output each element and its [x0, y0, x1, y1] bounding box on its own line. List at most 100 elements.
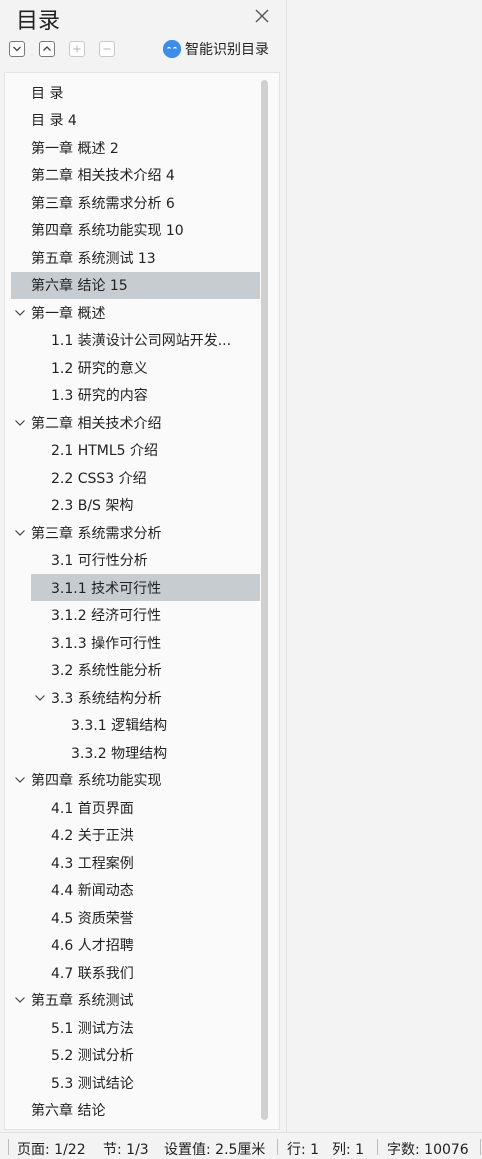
- toc-section-item[interactable]: 3.2 系统性能分析: [11, 657, 260, 684]
- toc-section-item[interactable]: 2.2 CSS3 介绍: [11, 464, 260, 491]
- toc-item-label: 第一章 概述: [31, 305, 106, 322]
- toc-section-item[interactable]: 4.4 新闻动态: [11, 877, 260, 904]
- toc-chapter-item[interactable]: 第四章 系统功能实现 10: [11, 217, 260, 244]
- toc-chapter-item[interactable]: 目 录: [11, 79, 260, 106]
- toc-item-label: 第六章 结论: [31, 1103, 106, 1119]
- toc-section-item[interactable]: 5.2 测试分析: [11, 1042, 260, 1069]
- toc-chapter-item[interactable]: 目 录 4: [11, 107, 260, 134]
- toc-item-label: 4.3 工程案例: [51, 855, 134, 872]
- status-word-count[interactable]: 字数: 10076: [387, 1139, 469, 1159]
- chevron-down-icon[interactable]: [33, 691, 47, 705]
- toc-section-item[interactable]: 4.5 资质荣誉: [11, 904, 260, 931]
- status-separator: [377, 1139, 378, 1155]
- toc-section-item[interactable]: 5.3 测试结论: [11, 1069, 260, 1096]
- chevron-down-icon[interactable]: [13, 773, 27, 787]
- toc-section-item[interactable]: 4.3 工程案例: [11, 849, 260, 876]
- toc-chapter-item[interactable]: 第五章 系统测试 13: [11, 244, 260, 271]
- toc-item-label: 第三章 系统需求分析: [31, 525, 162, 542]
- toc-item-label: 3.1.2 经济可行性: [51, 608, 162, 624]
- toc-item-label: 第六章 结论 15: [31, 278, 128, 294]
- toc-item-label: 4.4 新闻动态: [51, 883, 134, 899]
- toc-item-label: 1.2 研究的意义: [51, 360, 148, 377]
- toc-item-label: 4.5 资质荣誉: [51, 910, 134, 927]
- toc-section-item[interactable]: 3.3.1 逻辑结构: [11, 712, 260, 739]
- toc-item-label: 2.1 HTML5 介绍: [51, 443, 159, 459]
- chevron-up-icon: [43, 46, 51, 51]
- expand-all-button[interactable]: [9, 41, 25, 57]
- toc-item-label: 第二章 相关技术介绍: [31, 415, 162, 432]
- document-area: [286, 0, 482, 1132]
- toc-item-label: 目 录: [31, 85, 64, 102]
- toc-chapter-item[interactable]: 第六章 结论: [11, 1097, 260, 1124]
- toc-section-item[interactable]: 2.3 B/S 架构: [11, 492, 260, 519]
- toc-section-item[interactable]: 4.1 首页界面: [11, 794, 260, 821]
- chevron-down-icon[interactable]: [13, 306, 27, 320]
- toc-section-item[interactable]: 3.1.2 经济可行性: [11, 602, 260, 629]
- toc-item-label: 3.1 可行性分析: [51, 553, 148, 569]
- vertical-scrollbar[interactable]: [261, 80, 268, 1120]
- status-page[interactable]: 页面: 1/22: [17, 1139, 86, 1159]
- toc-item-label: 3.3.1 逻辑结构: [71, 718, 168, 734]
- toc-section-item[interactable]: 4.6 人才招聘: [11, 932, 260, 959]
- panel-title: 目录: [16, 9, 61, 34]
- chevron-down-icon[interactable]: [13, 993, 27, 1007]
- toc-item-label: 3.1.3 操作可行性: [51, 635, 162, 652]
- toc-section-item[interactable]: 4.7 联系我们: [11, 959, 260, 986]
- toc-item-label: 4.7 联系我们: [51, 965, 134, 982]
- toc-section-item[interactable]: 4.2 关于正洪: [11, 822, 260, 849]
- toc-section-item[interactable]: 3.3 系统结构分析: [11, 684, 260, 711]
- toc-item-label: 5.2 测试分析: [51, 1048, 134, 1064]
- toc-section-item[interactable]: 3.1.1 技术可行性: [31, 574, 260, 601]
- minus-icon: [103, 48, 111, 50]
- toc-item-label: 第四章 系统功能实现 10: [31, 223, 184, 239]
- toc-chapter-item[interactable]: 第五章 系统测试: [11, 987, 260, 1014]
- close-icon: [255, 9, 269, 23]
- toc-item-label: 2.2 CSS3 介绍: [51, 470, 147, 487]
- chevron-down-icon[interactable]: [13, 526, 27, 540]
- toc-section-item[interactable]: 3.3.2 物理结构: [11, 739, 260, 766]
- toc-item-label: 目 录 4: [31, 113, 77, 129]
- collapse-all-button[interactable]: [39, 41, 55, 57]
- toc-item-label: 3.3 系统结构分析: [51, 690, 162, 707]
- status-separator: [8, 1139, 9, 1155]
- toc-item-label: 4.1 首页界面: [51, 800, 134, 817]
- smart-recognize-toc-button[interactable]: 智能识别目录: [163, 39, 269, 59]
- toc-chapter-item[interactable]: 第四章 系统功能实现: [11, 767, 260, 794]
- toc-item-label: 4.2 关于正洪: [51, 828, 134, 844]
- toc-section-item[interactable]: 3.1.3 操作可行性: [11, 629, 260, 656]
- toc-chapter-item[interactable]: 第三章 系统需求分析: [11, 519, 260, 546]
- toc-section-item[interactable]: 1.3 研究的内容: [11, 382, 260, 409]
- smart-robot-icon: [163, 40, 181, 58]
- toc-tree-container: 目 录目 录 4 第一章 概述 2 第二章 相关技术介绍 4 第三章 系统需求分析 6…: [4, 72, 280, 1130]
- toc-item-label: 第二章 相关技术介绍 4: [31, 168, 175, 184]
- toc-chapter-item[interactable]: 第二章 相关技术介绍: [11, 409, 260, 436]
- add-level-button[interactable]: [69, 41, 85, 57]
- toc-chapter-item[interactable]: 第二章 相关技术介绍 4: [11, 162, 260, 189]
- toc-item-label: 3.3.2 物理结构: [71, 745, 168, 762]
- toc-section-item[interactable]: 3.1 可行性分析: [11, 547, 260, 574]
- chevron-down-icon[interactable]: [13, 416, 27, 430]
- toc-item-label: 第五章 系统测试: [31, 993, 134, 1009]
- toc-chapter-item[interactable]: 第六章 结论 15: [11, 271, 260, 299]
- toc-chapter-item[interactable]: 第一章 概述 2: [11, 134, 260, 161]
- toc-item-label: 1.3 研究的内容: [51, 388, 148, 404]
- status-setting: 设置值: 2.5厘米: [164, 1142, 266, 1158]
- toc-section-item[interactable]: 5.1 测试方法: [11, 1014, 260, 1041]
- toc-section-item[interactable]: 1.2 研究的意义: [11, 354, 260, 381]
- toc-item-label: 第一章 概述 2: [31, 140, 119, 157]
- chevron-down-icon: [13, 46, 21, 52]
- toc-item-label: 第五章 系统测试 13: [31, 250, 156, 267]
- toc-item-label: 第四章 系统功能实现: [31, 773, 162, 789]
- toc-section-item[interactable]: 1.1 装潢设计公司网站开发...: [11, 327, 260, 354]
- toc-section-item[interactable]: 2.1 HTML5 介绍: [11, 437, 260, 464]
- toc-item-label: 3.1.1 技术可行性: [51, 580, 162, 597]
- status-row: 行: 1: [287, 1142, 320, 1158]
- status-col: 列: 1: [332, 1142, 365, 1158]
- toc-chapter-item[interactable]: 第一章 概述: [11, 299, 260, 326]
- plus-icon: [73, 45, 81, 53]
- toc-chapter-item[interactable]: 第三章 系统需求分析 6: [11, 189, 260, 216]
- remove-level-button[interactable]: [99, 41, 115, 57]
- close-button[interactable]: [253, 7, 271, 25]
- smart-recognize-label: 智能识别目录: [185, 42, 269, 58]
- status-separator: [480, 1139, 481, 1155]
